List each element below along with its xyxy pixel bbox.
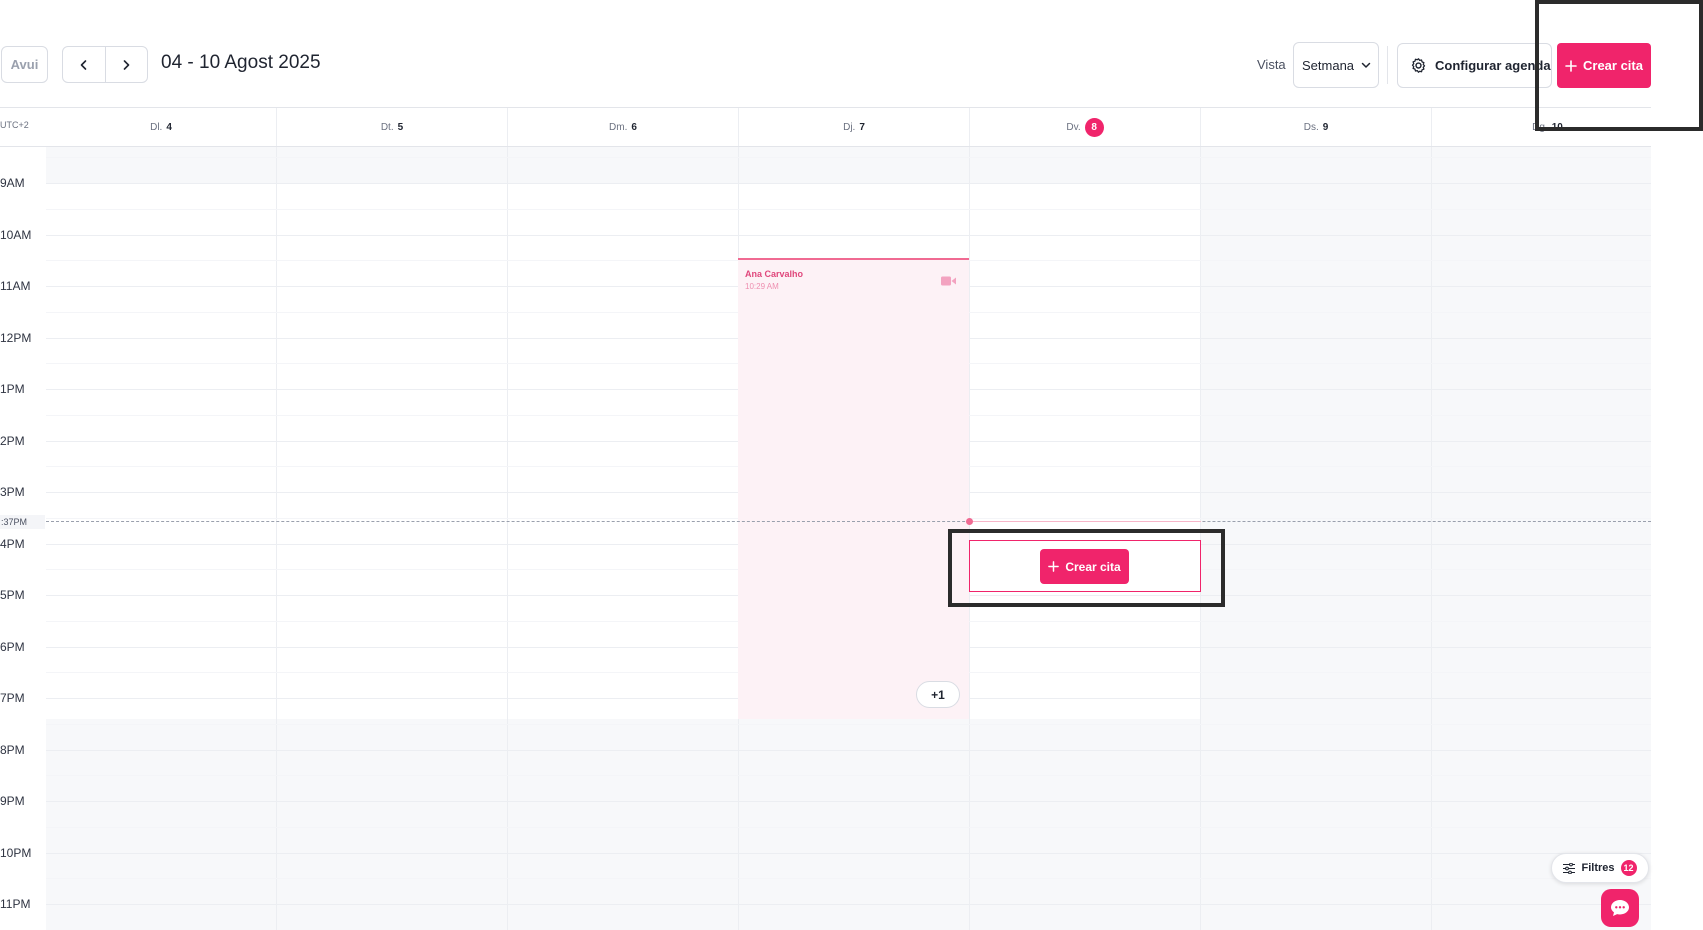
plus-icon (1048, 561, 1060, 572)
current-time-line-today (970, 521, 1201, 522)
day-column[interactable] (970, 147, 1201, 930)
create-appointment-label: Crear cita (1583, 58, 1643, 73)
chevron-left-icon (80, 59, 87, 70)
configure-agenda-label: Configurar agenda (1435, 58, 1551, 73)
gear-icon (1411, 58, 1426, 73)
create-appointment-slot-label: Crear cita (1065, 559, 1121, 574)
hour-label: 1PM (0, 382, 25, 396)
day-header-tue[interactable]: Dt. 5 (277, 108, 508, 147)
day-header-sat[interactable]: Ds. 9 (1201, 108, 1432, 147)
day-column-weekend[interactable] (1201, 147, 1432, 930)
day-number: 7 (859, 122, 865, 133)
sliders-icon (1563, 862, 1576, 874)
half-hour-gridline (46, 827, 1651, 828)
day-abbr: Dv. (1066, 122, 1081, 133)
day-abbr: Ds. (1303, 122, 1319, 133)
hour-label: 2PM (0, 434, 25, 448)
today-button[interactable]: Avui (1, 46, 48, 83)
video-camera-icon (941, 276, 956, 286)
half-hour-gridline (46, 209, 1651, 210)
day-abbr: Dt. (380, 122, 394, 133)
day-header-fri[interactable]: Dv. 8 (970, 108, 1201, 147)
day-header-wed[interactable]: Dm. 6 (508, 108, 739, 147)
day-abbr: Dm. (609, 122, 628, 133)
day-column[interactable] (46, 147, 277, 930)
configure-agenda-button[interactable]: Configurar agenda (1397, 43, 1552, 88)
hour-label: 6PM (0, 640, 25, 654)
day-number: 10 (1551, 122, 1563, 133)
timezone-label: UTC+2 (0, 120, 29, 130)
hour-label: 8PM (0, 743, 25, 757)
week-navigation (62, 46, 148, 83)
chat-button[interactable] (1601, 889, 1639, 927)
chevron-down-icon (1361, 62, 1371, 68)
day-column-weekend[interactable] (1432, 147, 1651, 930)
day-abbr: Dj. (843, 122, 856, 133)
chevron-right-icon (123, 59, 130, 70)
filters-label: Filtres (1581, 862, 1615, 874)
day-header-sun[interactable]: Dg. 10 (1432, 108, 1663, 147)
day-column[interactable] (508, 147, 739, 930)
appointment-event[interactable]: Ana Carvalho 10:29 AM (738, 258, 969, 719)
next-week-button[interactable] (104, 47, 148, 82)
hour-label: 9AM (0, 176, 25, 190)
hour-label: 12PM (0, 331, 32, 345)
event-time: 10:29 AM (745, 282, 779, 291)
day-number: 6 (631, 122, 637, 133)
hour-gridline (46, 853, 1651, 854)
filters-count-badge: 12 (1620, 860, 1637, 876)
view-select[interactable]: Setmana (1293, 42, 1379, 88)
previous-week-button[interactable] (63, 47, 105, 82)
hour-label: 11PM (0, 897, 31, 911)
hour-label: 7PM (0, 691, 25, 705)
view-select-value: Setmana (1302, 57, 1355, 73)
current-time-dot (966, 518, 973, 525)
day-abbr: Dl. (150, 122, 163, 133)
day-number: 5 (397, 122, 404, 133)
filters-button[interactable]: Filtres 12 (1551, 853, 1649, 883)
hour-gridline (46, 801, 1651, 802)
half-hour-gridline (46, 724, 1651, 725)
hour-gridline (46, 183, 1651, 184)
day-abbr: Dg. (1532, 122, 1548, 133)
event-client-name: Ana Carvalho (745, 269, 804, 279)
hour-gridline (46, 750, 1651, 751)
day-number: 9 (1322, 122, 1329, 133)
plus-icon (1565, 59, 1577, 72)
day-column[interactable] (277, 147, 508, 930)
half-hour-gridline (46, 157, 1651, 158)
hour-label: 11AM (0, 279, 31, 293)
current-time-line (46, 521, 1651, 522)
hour-label: 10AM (0, 228, 32, 242)
create-appointment-slot-button[interactable]: Crear cita (1040, 549, 1129, 584)
hour-gridline (46, 904, 1651, 905)
hour-label: 10PM (0, 846, 32, 860)
hour-label: 4PM (0, 537, 25, 551)
header-divider (1387, 46, 1388, 84)
today-badge: 8 (1084, 118, 1104, 137)
day-header-mon[interactable]: Dl. 4 (46, 108, 277, 147)
view-label: Vista (1257, 57, 1286, 72)
half-hour-gridline (46, 878, 1651, 879)
date-range-title: 04 - 10 Agost 2025 (161, 52, 321, 73)
chat-bubble-icon (1611, 900, 1629, 916)
half-hour-gridline (46, 775, 1651, 776)
hour-gridline (46, 235, 1651, 236)
hour-label: 5PM (0, 588, 25, 602)
hour-label: 9PM (0, 794, 25, 808)
day-number: 4 (166, 122, 172, 133)
create-appointment-button[interactable]: Crear cita (1557, 43, 1651, 88)
more-events-button[interactable]: +1 (916, 681, 960, 708)
current-time-label: :37PM (0, 515, 45, 529)
hour-label: 3PM (0, 485, 25, 499)
day-header-thu[interactable]: Dj. 7 (739, 108, 970, 147)
